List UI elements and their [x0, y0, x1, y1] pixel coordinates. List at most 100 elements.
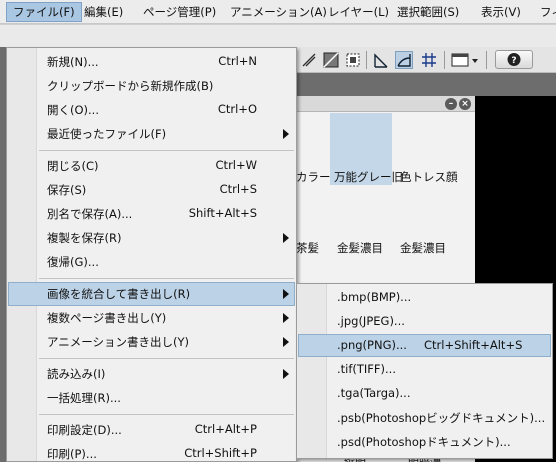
- menu-item-label: 印刷設定(D)...: [47, 423, 122, 437]
- preset-item[interactable]: 金髪濃目: [337, 240, 383, 256]
- submenu-item-label: .psd(Photoshopドキュメント)...: [337, 435, 511, 449]
- menu-item-shortcut: Ctrl+Alt+P: [194, 422, 257, 436]
- menu-item-shortcut: Shift+Alt+S: [188, 206, 257, 220]
- submenu-arrow-icon: [283, 313, 289, 323]
- menu-item-label: 閉じる(C): [47, 159, 99, 173]
- menu-item-print-setup[interactable]: 印刷設定(D)... Ctrl+Alt+P: [8, 418, 295, 442]
- menu-item-label: 最近使ったファイル(F): [47, 127, 167, 141]
- menu-item-shortcut: Ctrl+O: [217, 102, 257, 116]
- menu-item-batch[interactable]: 一括処理(R)...: [8, 386, 295, 410]
- menu-item-import[interactable]: 読み込み(I): [8, 362, 295, 386]
- submenu-item-jpg[interactable]: .jpg(JPEG)...: [298, 310, 551, 333]
- preset-item[interactable]: 色トレス顔: [400, 169, 458, 185]
- menu-view[interactable]: 表示(V): [475, 2, 527, 22]
- menu-item-label: 新規(N)...: [47, 55, 99, 69]
- toolbar-separator: [366, 51, 367, 69]
- menu-item-export-flattened[interactable]: 画像を統合して書き出し(R): [8, 282, 295, 306]
- line-icon[interactable]: [372, 51, 390, 69]
- menu-separator: [39, 358, 294, 359]
- menu-item-new-from-clipboard[interactable]: クリップボードから新規作成(B): [8, 74, 295, 98]
- submenu-arrow-icon: [283, 337, 289, 347]
- menu-item-open[interactable]: 開く(O)... Ctrl+O: [8, 98, 295, 122]
- menu-item-label: 複製を保存(R): [47, 231, 122, 245]
- submenu-arrow-icon: [283, 129, 289, 139]
- minimize-icon[interactable]: –: [445, 98, 457, 110]
- menu-item-label: 別名で保存(A)...: [47, 207, 133, 221]
- menu-layer[interactable]: レイヤー(L): [322, 2, 395, 22]
- menu-edit[interactable]: 編集(E): [78, 2, 129, 22]
- menu-item-label: クリップボードから新規作成(B): [47, 79, 214, 93]
- menu-item-shortcut: Ctrl+N: [218, 54, 257, 68]
- submenu-item-label: .tif(TIFF)...: [337, 362, 396, 376]
- preset-item[interactable]: 茶髪: [296, 240, 319, 256]
- menu-file[interactable]: ファイル(F): [6, 2, 82, 22]
- preset-panel-header: – ×: [296, 96, 475, 112]
- fill-icon[interactable]: [322, 51, 340, 69]
- menu-item-label: 読み込み(I): [47, 367, 106, 381]
- submenu-item-psb[interactable]: .psb(Photoshopビッグドキュメント)...: [298, 406, 551, 429]
- menu-item-close[interactable]: 閉じる(C) Ctrl+W: [8, 154, 295, 178]
- menu-item-label: 保存(S): [47, 183, 87, 197]
- menu-item-save-duplicate[interactable]: 複製を保存(R): [8, 226, 295, 250]
- menu-separator: [39, 278, 294, 279]
- export-submenu: .bmp(BMP)... .jpg(JPEG)... .png(PNG)... …: [296, 283, 553, 459]
- help-button[interactable]: ?: [495, 50, 533, 69]
- menu-item-export-animation[interactable]: アニメーション書き出し(Y): [8, 330, 295, 354]
- menu-item-label: 印刷(P)...: [47, 447, 97, 461]
- preset-item[interactable]: 金髪濃目: [400, 240, 446, 256]
- toolbar-separator: [444, 51, 445, 69]
- menu-item-label: アニメーション書き出し(Y): [47, 335, 190, 349]
- command-toolbar: ?: [296, 47, 556, 73]
- submenu-item-png[interactable]: .png(PNG)... Ctrl+Shift+Alt+S: [298, 334, 551, 357]
- submenu-item-label: .png(PNG)...: [337, 338, 407, 352]
- menu-item-label: 複数ページ書き出し(Y): [47, 311, 167, 325]
- menu-animation[interactable]: アニメーション(A): [224, 2, 333, 22]
- svg-text:?: ?: [511, 56, 516, 66]
- submenu-item-bmp[interactable]: .bmp(BMP)...: [298, 286, 551, 309]
- submenu-item-label: .tga(Targa)...: [337, 386, 411, 400]
- menu-bar: ファイル(F) 編集(E) ページ管理(P) アニメーション(A) レイヤー(L…: [0, 0, 556, 47]
- secondary-bar: [0, 24, 556, 47]
- menu-separator: [39, 414, 294, 415]
- menu-item-label: 一括処理(R)...: [47, 391, 121, 405]
- ruler-icon[interactable]: [300, 51, 318, 69]
- window-icon[interactable]: [450, 51, 480, 69]
- menu-filter[interactable]: フィ: [534, 2, 556, 22]
- submenu-item-tga[interactable]: .tga(Targa)...: [298, 382, 551, 405]
- menu-item-export-pages[interactable]: 複数ページ書き出し(Y): [8, 306, 295, 330]
- submenu-item-label: .psb(Photoshopビッグドキュメント)...: [337, 411, 546, 425]
- submenu-item-shortcut: Ctrl+Shift+Alt+S: [424, 338, 523, 352]
- submenu-item-label: .bmp(BMP)...: [337, 290, 412, 304]
- menu-item-recent-files[interactable]: 最近使ったファイル(F): [8, 122, 295, 146]
- menu-separator: [39, 150, 294, 151]
- grid-icon[interactable]: [420, 51, 438, 69]
- menu-item-new[interactable]: 新規(N)... Ctrl+N: [8, 50, 295, 74]
- menu-item-save-as[interactable]: 別名で保存(A)... Shift+Alt+S: [8, 202, 295, 226]
- menu-page[interactable]: ページ管理(P): [137, 2, 222, 22]
- submenu-arrow-icon: [283, 369, 289, 379]
- menu-item-print[interactable]: 印刷(P)... Ctrl+Shift+P: [8, 442, 295, 462]
- submenu-item-label: .jpg(JPEG)...: [337, 314, 405, 328]
- submenu-item-tif[interactable]: .tif(TIFF)...: [298, 358, 551, 381]
- close-icon[interactable]: ×: [459, 98, 471, 110]
- submenu-arrow-icon: [283, 289, 289, 299]
- preset-item[interactable]: 万能グレー旧: [334, 169, 403, 185]
- file-menu: 新規(N)... Ctrl+N クリップボードから新規作成(B) 開く(O)..…: [6, 47, 297, 462]
- preset-item[interactable]: カラー: [296, 169, 331, 185]
- curve-icon[interactable]: [395, 51, 413, 69]
- menu-item-shortcut: Ctrl+Shift+P: [184, 446, 257, 460]
- menu-item-revert[interactable]: 復帰(G)...: [8, 250, 295, 274]
- menu-item-label: 復帰(G)...: [47, 255, 99, 269]
- submenu-arrow-icon: [283, 233, 289, 243]
- menu-item-shortcut: Ctrl+W: [215, 158, 257, 172]
- menu-selection[interactable]: 選択範囲(S): [391, 2, 465, 22]
- workspace-gap: [296, 73, 556, 96]
- select-icon[interactable]: [344, 51, 362, 69]
- menu-item-save[interactable]: 保存(S) Ctrl+S: [8, 178, 295, 202]
- menu-item-shortcut: Ctrl+S: [219, 182, 257, 196]
- menu-bar-top: ファイル(F) 編集(E) ページ管理(P) アニメーション(A) レイヤー(L…: [0, 0, 556, 24]
- toolbar-separator: [486, 51, 487, 69]
- menu-item-label: 開く(O)...: [47, 103, 99, 117]
- submenu-item-psd[interactable]: .psd(Photoshopドキュメント)...: [298, 430, 551, 453]
- menu-item-label: 画像を統合して書き出し(R): [47, 287, 191, 301]
